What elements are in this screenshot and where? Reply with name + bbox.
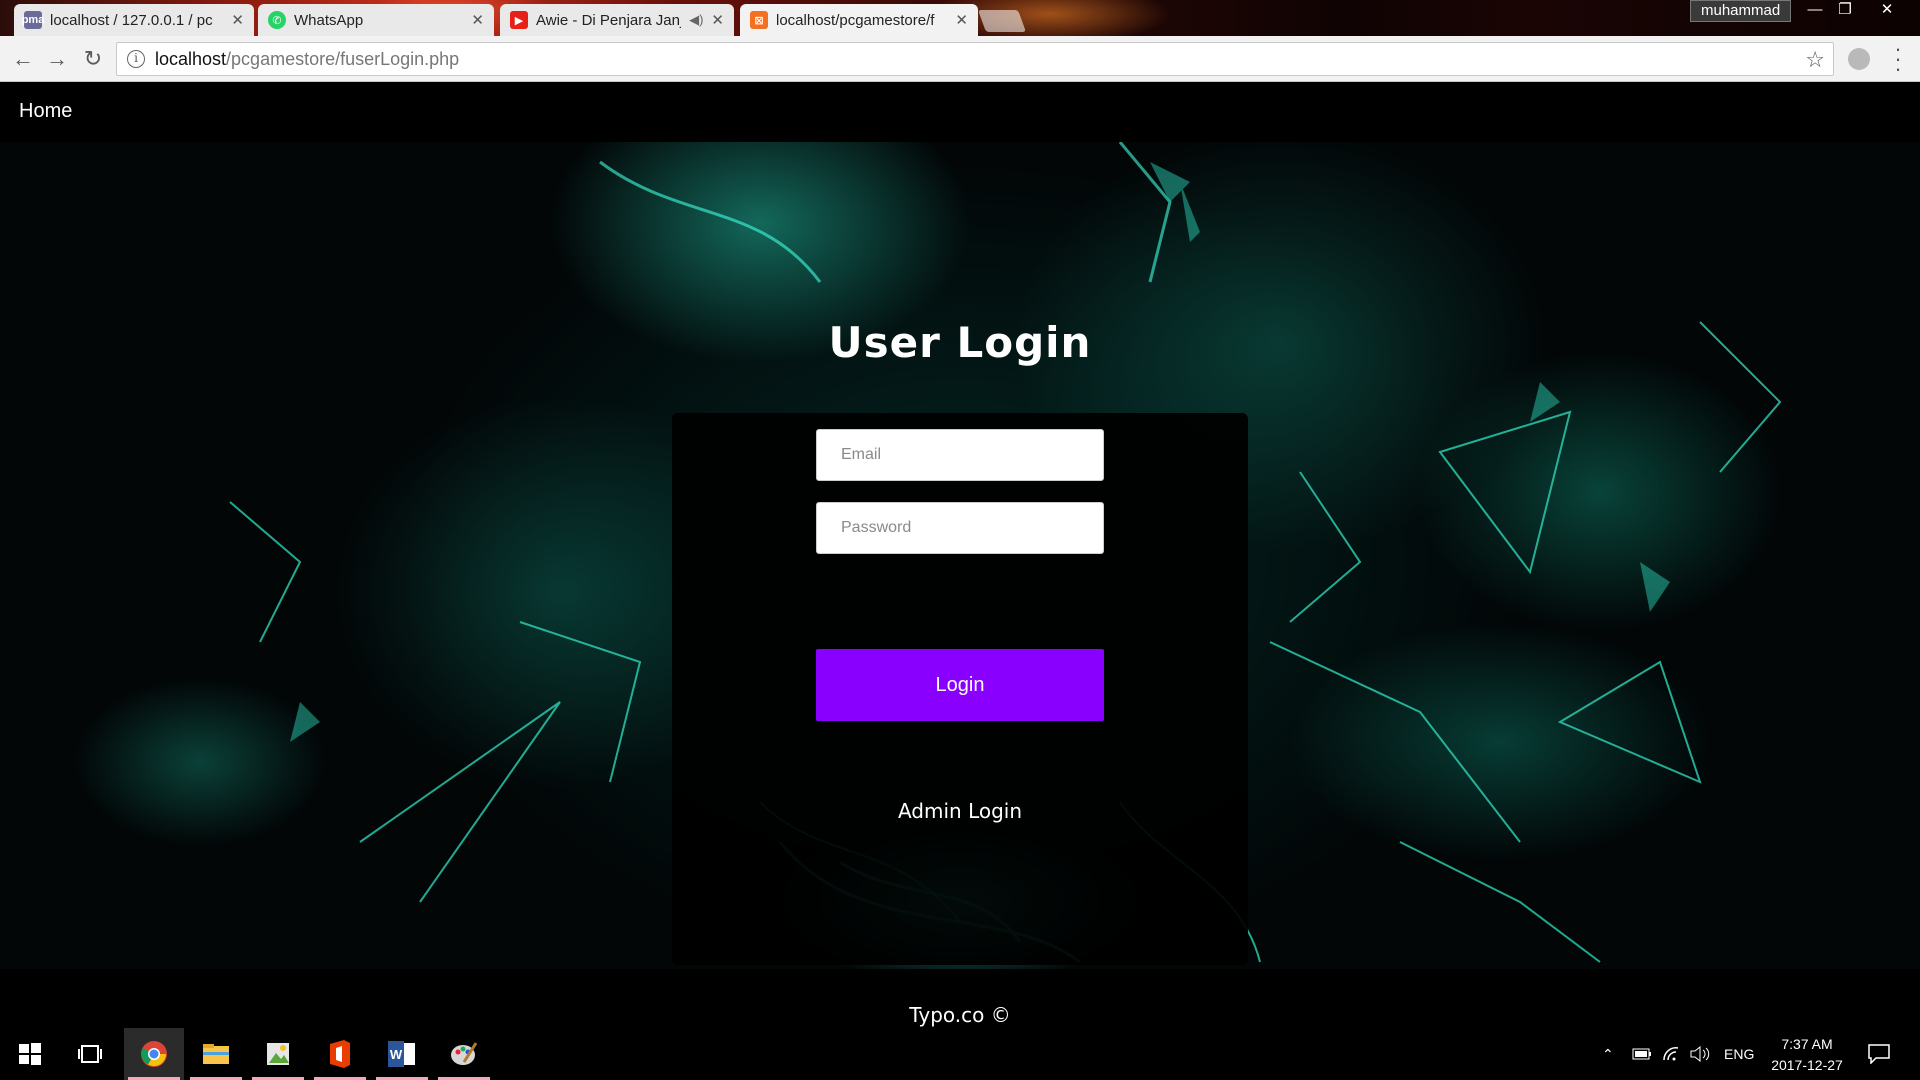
paint-icon[interactable] — [434, 1028, 494, 1080]
minimize-icon[interactable]: — — [1800, 0, 1830, 22]
xampp-icon: ⊠ — [750, 11, 768, 29]
browser-toolbar: ← → ↻ i localhost/pcgamestore/fuserLogin… — [0, 36, 1920, 82]
profile-button[interactable]: muhammad — [1690, 0, 1792, 22]
tab-title: Awie - Di Penjara Janj — [536, 11, 682, 29]
volume-icon[interactable] — [1690, 1028, 1712, 1080]
new-tab-button[interactable] — [977, 10, 1027, 32]
close-tab-icon[interactable]: ✕ — [231, 11, 244, 29]
tab-pcgamestore[interactable]: ⊠ localhost/pcgamestore/f ✕ — [740, 4, 978, 36]
tab-title: localhost / 127.0.0.1 / pc — [50, 11, 213, 29]
svg-text:W: W — [390, 1047, 403, 1062]
password-field[interactable] — [816, 502, 1104, 554]
wifi-icon[interactable] — [1662, 1028, 1680, 1080]
whatsapp-icon: ✆ — [268, 11, 286, 29]
browser-menu-icon[interactable]: · · · — [1890, 38, 1906, 80]
youtube-icon: ▶ — [510, 11, 528, 29]
restore-icon[interactable]: ❐ — [1830, 0, 1860, 22]
bookmark-star-icon[interactable]: ☆ — [1805, 47, 1825, 73]
address-bar[interactable]: i localhost/pcgamestore/fuserLogin.php ☆ — [116, 42, 1834, 76]
login-button[interactable]: Login — [816, 649, 1104, 721]
reload-icon[interactable]: ↻ — [78, 44, 108, 74]
office-icon[interactable] — [310, 1028, 370, 1080]
tab-youtube[interactable]: ▶ Awie - Di Penjara Janj ◀) ✕ — [500, 4, 734, 36]
language-indicator[interactable]: ENG — [1724, 1028, 1754, 1080]
word-icon[interactable]: W — [372, 1028, 432, 1080]
tab-phpmyadmin[interactable]: pma localhost / 127.0.0.1 / pc ✕ — [14, 4, 254, 36]
close-window-icon[interactable]: ✕ — [1872, 0, 1902, 22]
audio-playing-icon[interactable]: ◀) — [689, 12, 703, 28]
action-center-icon[interactable] — [1868, 1028, 1890, 1080]
extension-icon[interactable] — [1848, 48, 1870, 70]
site-info-icon[interactable]: i — [127, 50, 145, 68]
hero-background — [0, 142, 1920, 969]
address-path: /pcgamestore/fuserLogin.php — [226, 48, 460, 69]
admin-login-link[interactable]: Admin Login — [0, 799, 1920, 823]
windows-taskbar: W ⌃ ENG 7:37 AM 2017-12-27 — [0, 1028, 1920, 1080]
phpmyadmin-icon: pma — [22, 11, 44, 29]
system-clock[interactable]: 7:37 AM 2017-12-27 — [1760, 1034, 1854, 1076]
tab-title: localhost/pcgamestore/f — [776, 11, 935, 29]
tab-whatsapp[interactable]: ✆ WhatsApp ✕ — [258, 4, 494, 36]
tab-title: WhatsApp — [294, 11, 364, 29]
chrome-icon[interactable] — [124, 1028, 184, 1080]
login-title: User Login — [828, 318, 1092, 367]
image-viewer-icon[interactable] — [248, 1028, 308, 1080]
clock-time: 7:37 AM — [1781, 1036, 1833, 1052]
windows-start-icon[interactable] — [0, 1028, 60, 1080]
close-tab-icon[interactable]: ✕ — [955, 11, 968, 29]
top-nav: Home — [0, 82, 1920, 142]
email-field[interactable] — [816, 429, 1104, 481]
browser-titlebar: pma localhost / 127.0.0.1 / pc ✕ ✆ Whats… — [0, 0, 1920, 36]
nav-home-link[interactable]: Home — [19, 100, 72, 123]
address-host: localhost — [155, 48, 227, 69]
close-tab-icon[interactable]: ✕ — [711, 11, 724, 29]
tray-chevron-icon[interactable]: ⌃ — [1602, 1028, 1614, 1080]
file-explorer-icon[interactable] — [186, 1028, 246, 1080]
forward-icon[interactable]: → — [42, 44, 72, 74]
close-tab-icon[interactable]: ✕ — [471, 11, 484, 29]
clock-date: 2017-12-27 — [1771, 1057, 1843, 1073]
page-footer: Typo.co © — [909, 1003, 1011, 1027]
web-page: Home — [0, 82, 1920, 1028]
back-icon[interactable]: ← — [8, 44, 38, 74]
task-view-icon[interactable] — [60, 1028, 120, 1080]
battery-icon[interactable] — [1632, 1028, 1652, 1080]
